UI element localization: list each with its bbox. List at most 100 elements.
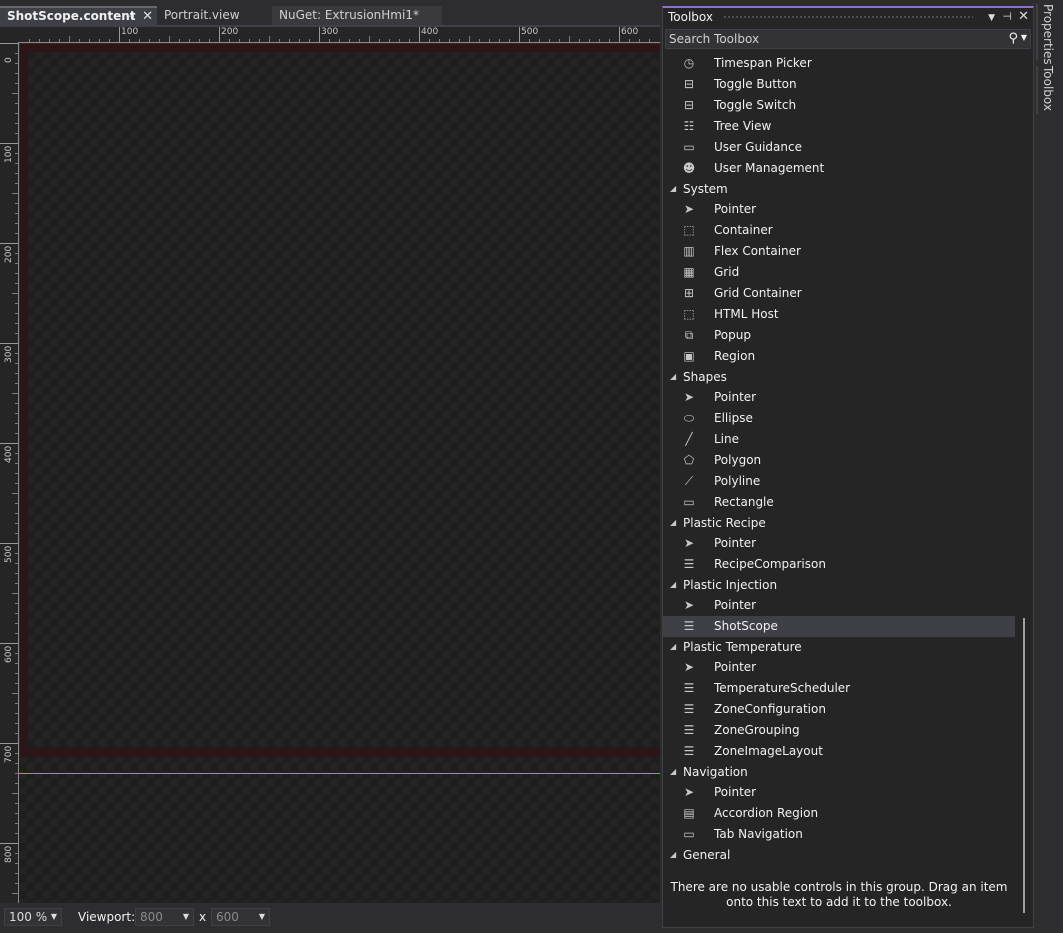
ruler-minor-tick bbox=[15, 723, 18, 724]
ruler-minor-tick bbox=[15, 183, 18, 184]
toolbox-list: ◷ Timespan Picker ⊟ Toggle Button ⊟ Toggle Sw… bbox=[663, 53, 1015, 873]
viewport-width-dropdown[interactable]: 800 ▼ bbox=[135, 908, 194, 926]
timespan-icon: ◷ bbox=[683, 56, 695, 70]
tab-shotscope-content[interactable]: ShotScope.content ⊣ ✕ bbox=[0, 6, 157, 25]
toolbox-group-plastic-recipe[interactable]: ◢ Plastic Recipe bbox=[663, 513, 1015, 533]
toolbox-group-plastic-temperature[interactable]: ◢ Plastic Temperature bbox=[663, 637, 1015, 657]
tab-portrait-view[interactable]: Portrait.view bbox=[157, 6, 270, 25]
toolbox-item-grid-container[interactable]: ⊞ Grid Container bbox=[663, 283, 1015, 304]
toolbox-item-polyline[interactable]: ⟋ Polyline bbox=[663, 471, 1015, 492]
chevron-down-icon[interactable]: ▼ bbox=[1021, 33, 1027, 42]
toolbox-item-toggle-button[interactable]: ⊟ Toggle Button bbox=[663, 74, 1015, 95]
toolbox-item-ellipse[interactable]: ⬭ Ellipse bbox=[663, 408, 1015, 429]
ruler-minor-tick bbox=[15, 83, 18, 84]
toolbox-item-temperaturescheduler[interactable]: ☰ TemperatureScheduler bbox=[663, 678, 1015, 699]
toolbox-item-popup[interactable]: ⧉ Popup bbox=[663, 325, 1015, 346]
ruler-label: 600 bbox=[4, 645, 14, 663]
toolbox-item-rectangle[interactable]: ▭ Rectangle bbox=[663, 492, 1015, 513]
scrollbar-thumb[interactable] bbox=[1023, 618, 1025, 913]
toolbox-item-toggle-switch[interactable]: ⊟ Toggle Switch bbox=[663, 95, 1015, 116]
toolbox-rail-tab[interactable]: Toolbox bbox=[1036, 66, 1058, 114]
toolbox-item-timespan-picker[interactable]: ◷ Timespan Picker bbox=[663, 53, 1015, 74]
pin-icon[interactable]: ⊣ bbox=[125, 8, 135, 25]
toolbox-item-container[interactable]: ⬚ Container bbox=[663, 220, 1015, 241]
close-icon[interactable]: ✕ bbox=[1018, 8, 1029, 26]
ruler-minor-tick bbox=[15, 53, 18, 54]
toolbox-item-user-guidance[interactable]: ▭ User Guidance bbox=[663, 137, 1015, 158]
toolbox-item-grid[interactable]: ▦ Grid bbox=[663, 262, 1015, 283]
toolbox-item-zoneconfiguration[interactable]: ☰ ZoneConfiguration bbox=[663, 699, 1015, 720]
toolbox-group-navigation[interactable]: ◢ Navigation bbox=[663, 762, 1015, 782]
toolbox-item-label: TemperatureScheduler bbox=[714, 681, 851, 695]
expand-triangle-icon[interactable]: ◢ bbox=[670, 575, 676, 595]
close-icon[interactable]: ✕ bbox=[142, 8, 153, 25]
toolbox-item-html-host[interactable]: ⬚ HTML Host bbox=[663, 304, 1015, 325]
toolbox-item-pointer[interactable]: ➤ Pointer bbox=[663, 199, 1015, 220]
ruler-corner bbox=[0, 27, 18, 42]
toolbox-group-plastic-injection[interactable]: ◢ Plastic Injection bbox=[663, 575, 1015, 595]
toolbox-search-box[interactable]: ⚲ ▼ bbox=[665, 29, 1031, 49]
toolbox-group-shapes[interactable]: ◢ Shapes bbox=[663, 367, 1015, 387]
tab-nuget-extrusionhmi1[interactable]: NuGet: ExtrusionHmi1* bbox=[272, 6, 442, 25]
properties-rail-tab[interactable]: Properties bbox=[1036, 4, 1058, 65]
expand-triangle-icon[interactable]: ◢ bbox=[670, 179, 676, 199]
ruler-minor-tick bbox=[15, 333, 18, 334]
toolbox-item-region[interactable]: ▣ Region bbox=[663, 346, 1015, 367]
toolbox-item-label: ShotScope bbox=[714, 619, 778, 633]
toolbox-scrollbar[interactable] bbox=[1017, 53, 1031, 913]
toolbox-item-accordion-region[interactable]: ▤ Accordion Region bbox=[663, 803, 1015, 824]
ruler-label: 200 bbox=[4, 245, 14, 263]
ruler-label: 500 bbox=[4, 545, 14, 563]
toolbox-item-pointer[interactable]: ➤ Pointer bbox=[663, 533, 1015, 554]
ruler-minor-tick bbox=[109, 39, 110, 42]
toolbox-item-zonegrouping[interactable]: ☰ ZoneGrouping bbox=[663, 720, 1015, 741]
expand-triangle-icon[interactable]: ◢ bbox=[670, 762, 676, 782]
search-icon[interactable]: ⚲ bbox=[1008, 31, 1018, 46]
toolbox-item-tree-view[interactable]: ☷ Tree View bbox=[663, 116, 1015, 137]
toolbox-item-pointer[interactable]: ➤ Pointer bbox=[663, 595, 1015, 616]
toolbox-search-input[interactable] bbox=[669, 31, 989, 47]
toolbox-item-line[interactable]: ╱ Line bbox=[663, 429, 1015, 450]
toolbox-item-flex-container[interactable]: ▥ Flex Container bbox=[663, 241, 1015, 262]
design-canvas[interactable] bbox=[19, 43, 660, 903]
toolbox-item-shotscope[interactable]: ☰ ShotScope bbox=[663, 616, 1015, 637]
pin-icon[interactable]: ⊣ bbox=[1002, 8, 1012, 26]
toolbox-group-system[interactable]: ◢ System bbox=[663, 179, 1015, 199]
toolbox-item-zoneimagelayout[interactable]: ☰ ZoneImageLayout bbox=[663, 741, 1015, 762]
ruler-minor-tick bbox=[15, 203, 18, 204]
expand-triangle-icon[interactable]: ◢ bbox=[670, 845, 676, 865]
ruler-minor-tick bbox=[189, 39, 190, 42]
ruler-minor-tick bbox=[399, 39, 400, 42]
toolbox-item-pointer[interactable]: ➤ Pointer bbox=[663, 387, 1015, 408]
toolbox-item-tab-navigation[interactable]: ▭ Tab Navigation bbox=[663, 824, 1015, 845]
designer-surface[interactable]: 100 200 300 400 500 600 0 100 200 300 400 500 600 70… bbox=[0, 27, 660, 903]
ruler-tick bbox=[219, 27, 220, 42]
toolbox-item-pointer[interactable]: ➤ Pointer bbox=[663, 782, 1015, 803]
toolbox-item-recipecomparison[interactable]: ☰ RecipeComparison bbox=[663, 554, 1015, 575]
toolbox-item-user-management[interactable]: ☻ User Management bbox=[663, 158, 1015, 179]
ruler-minor-tick bbox=[479, 39, 480, 42]
toolbox-item-label: ZoneGrouping bbox=[714, 723, 800, 737]
chevron-down-icon: ▼ bbox=[50, 912, 57, 921]
ruler-tick bbox=[0, 43, 18, 44]
pointer-icon: ➤ bbox=[683, 660, 695, 674]
zoom-dropdown[interactable]: 100 % ▼ bbox=[4, 908, 62, 926]
toolbox-group-general[interactable]: ◢ General bbox=[663, 845, 1015, 865]
ruler-minor-tick bbox=[15, 463, 18, 464]
expand-triangle-icon[interactable]: ◢ bbox=[670, 367, 676, 387]
expand-triangle-icon[interactable]: ◢ bbox=[670, 637, 676, 657]
expand-triangle-icon[interactable]: ◢ bbox=[670, 513, 676, 533]
toolbox-title-bar[interactable]: Toolbox ▼ ⊣ ✕ bbox=[663, 8, 1033, 28]
viewport-height-dropdown[interactable]: 600 ▼ bbox=[211, 908, 270, 926]
ruler-label: 800 bbox=[4, 845, 14, 863]
toolbox-item-label: Tab Navigation bbox=[714, 827, 803, 841]
content-frame[interactable] bbox=[19, 43, 660, 757]
ruler-minor-tick bbox=[79, 39, 80, 42]
polygon-icon: ⬠ bbox=[683, 453, 695, 467]
toolbox-item-label: Accordion Region bbox=[714, 806, 819, 820]
toolbox-item-label: Ellipse bbox=[714, 411, 753, 425]
ruler-minor-tick bbox=[169, 36, 170, 42]
toolbox-item-pointer[interactable]: ➤ Pointer bbox=[663, 657, 1015, 678]
window-menu-icon[interactable]: ▼ bbox=[988, 9, 995, 27]
toolbox-item-polygon[interactable]: ⬠ Polygon bbox=[663, 450, 1015, 471]
